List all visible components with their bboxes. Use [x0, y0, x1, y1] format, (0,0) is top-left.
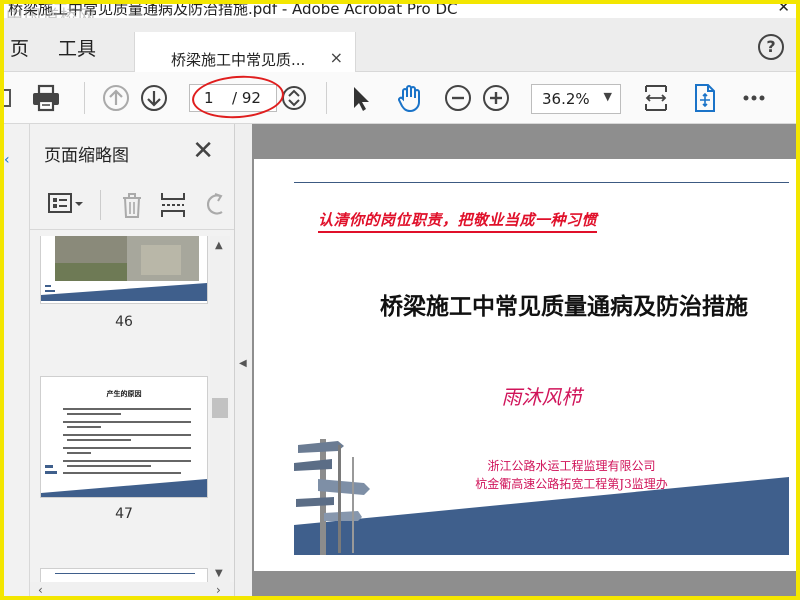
pdf-page: 认清你的岗位职责，把敬业当成一种习惯 桥梁施工中常见质量通病及防治措施 雨沐风栉…	[254, 159, 796, 571]
next-page-icon[interactable]	[138, 82, 170, 114]
thumbnail-options-icon[interactable]	[46, 190, 86, 218]
undo-icon[interactable]	[200, 190, 230, 220]
document-author: 雨沐风栉	[501, 385, 582, 409]
thumbnail-page-number: 47	[115, 506, 133, 522]
title-bar: 桥梁施工中常见质量通病及防治措施.pdf - Adobe Acrobat Pro…	[4, 4, 796, 18]
save-icon[interactable]	[0, 82, 30, 114]
thumbnail-46-preview	[41, 236, 207, 301]
panel-indicator-icon[interactable]: ‹	[4, 152, 10, 168]
thumbnail-vertical-scrollbar[interactable]: ▲ ▼	[210, 236, 230, 584]
thumbnail-page-47[interactable]: 产生的原因	[40, 376, 208, 498]
zoom-level-value: 36.2%	[542, 90, 590, 108]
scroll-right-icon[interactable]: ›	[216, 583, 221, 596]
screenshot-frame: 桥梁施工中常见质量通病及防治措施.pdf - Adobe Acrobat Pro…	[0, 0, 800, 600]
navigation-strip: ‹	[4, 124, 30, 596]
print-icon[interactable]	[30, 82, 62, 114]
scroll-up-icon[interactable]: ▲	[215, 240, 223, 251]
thumbnail-list: 46 产生的原因 47	[30, 236, 234, 584]
zoom-in-icon[interactable]	[480, 82, 512, 114]
window-close-icon[interactable]: ✕	[777, 4, 790, 16]
menu-item-home[interactable]: 页	[10, 34, 29, 61]
scrollbar-thumb[interactable]	[212, 398, 228, 418]
help-icon[interactable]: ?	[758, 34, 784, 60]
fit-page-icon[interactable]	[640, 82, 672, 114]
tab-close-icon[interactable]: ×	[330, 48, 343, 67]
thumbnail-page-number: 46	[115, 314, 133, 330]
page-slogan: 认清你的岗位职责，把敬业当成一种习惯	[318, 209, 598, 233]
rotate-page-icon[interactable]	[688, 82, 720, 114]
signpost-band-graphic	[294, 439, 789, 555]
menu-tab-bar: 页 工具 桥梁施工中常见质... ×	[4, 18, 796, 86]
page-top-rule	[294, 182, 789, 183]
previous-page-icon[interactable]	[100, 82, 132, 114]
toolbar-separator	[326, 82, 327, 114]
chevron-down-icon: ▼	[603, 90, 612, 103]
thumbnail-panel: 页面缩略图 ✕ 46 产生的原因 47 ▲ ▼ ‹ ›	[30, 124, 234, 596]
toolbar: 1 / 92 36.2% ▼	[4, 72, 796, 124]
document-tab-label: 桥梁施工中常见质...	[171, 51, 306, 69]
panel-close-icon[interactable]: ✕	[192, 136, 214, 166]
thumbnail-47-heading: 产生的原因	[106, 390, 142, 398]
thumbnail-horizontal-scrollbar[interactable]: ‹ ›	[30, 582, 234, 596]
document-title: 桥梁施工中常见质量通病及防治措施	[380, 293, 748, 320]
zoom-level-select[interactable]: 36.2% ▼	[531, 84, 621, 114]
select-pointer-icon[interactable]	[344, 82, 376, 114]
panel-title: 页面缩略图	[44, 146, 129, 166]
thumbnail-48-rule	[55, 573, 195, 574]
thumbnail-page-46[interactable]	[40, 236, 208, 304]
zoom-out-icon[interactable]	[442, 82, 474, 114]
panel-divider[interactable]: ◀	[234, 124, 252, 596]
hand-tool-icon[interactable]	[394, 82, 426, 114]
insert-page-icon[interactable]	[158, 190, 188, 220]
toolbar-separator	[84, 82, 85, 114]
menu-item-tools[interactable]: 工具	[58, 34, 96, 61]
more-options-icon[interactable]	[738, 82, 770, 114]
thumbnail-47-text-lines	[41, 408, 207, 497]
delete-page-icon[interactable]	[118, 190, 146, 220]
scroll-down-icon[interactable]: ▼	[215, 568, 223, 579]
thumbnail-tools	[30, 180, 234, 230]
collapse-panel-icon[interactable]: ◀	[239, 358, 247, 369]
scroll-left-icon[interactable]: ‹	[38, 583, 43, 596]
tools-separator	[100, 190, 101, 220]
